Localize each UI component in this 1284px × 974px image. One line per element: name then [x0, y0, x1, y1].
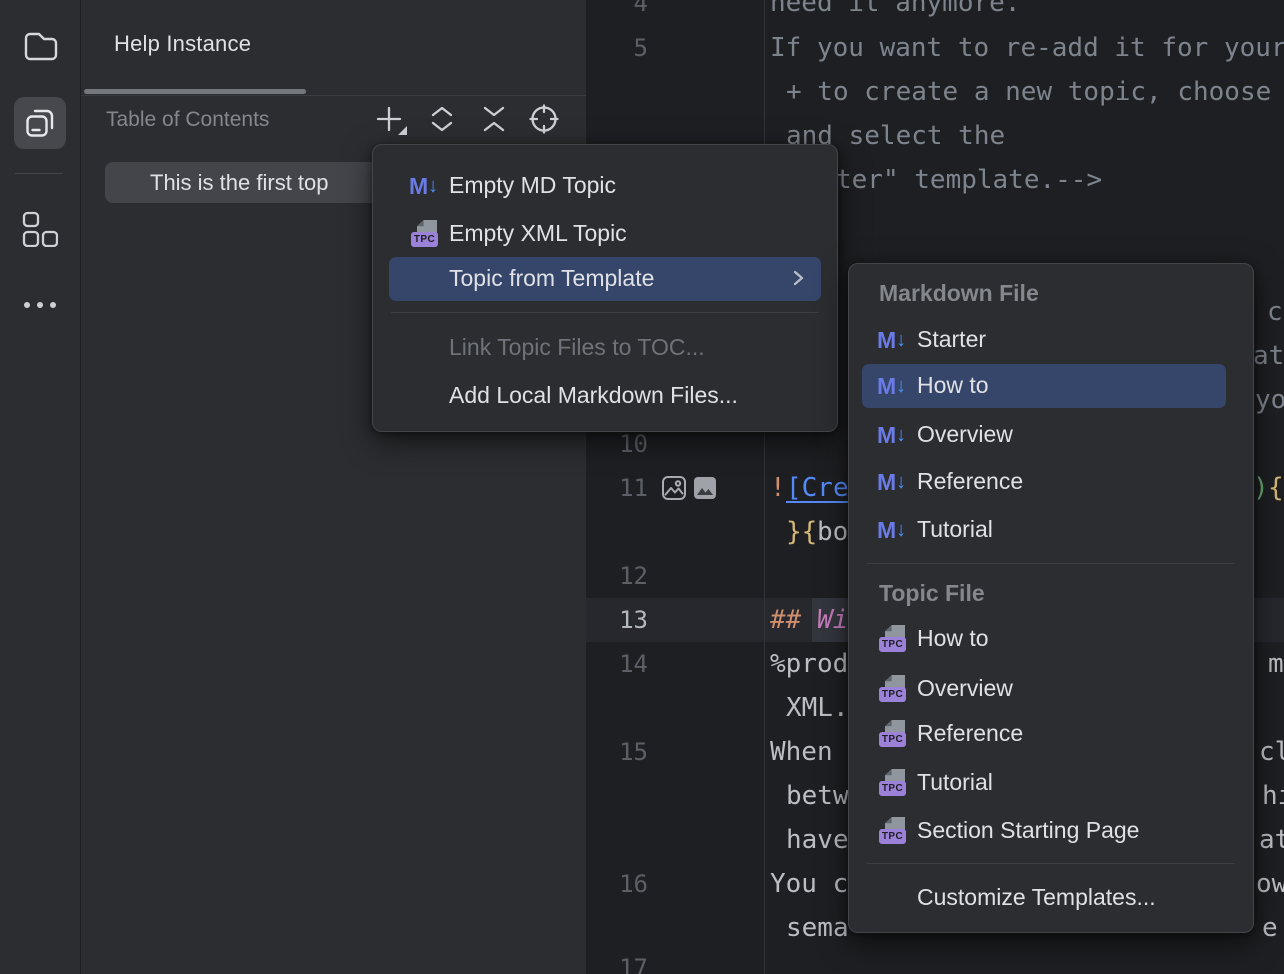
- submenu-item-section-starting-page[interactable]: TPC Section Starting Page: [849, 809, 1253, 853]
- menu-item-add-local-markdown[interactable]: Add Local Markdown Files...: [373, 374, 837, 418]
- submenu-item-reference-topic[interactable]: TPC Reference: [849, 712, 1253, 756]
- more-tool-windows-button[interactable]: [14, 279, 66, 331]
- submenu-item-starter[interactable]: M↓ Starter: [849, 318, 1253, 362]
- folder-icon: [22, 28, 58, 62]
- code-fragment: %prod: [770, 642, 848, 686]
- target-icon: [529, 104, 559, 134]
- locate-file-button[interactable]: [526, 101, 562, 137]
- submenu-item-how-to-md[interactable]: M↓ How to: [862, 364, 1226, 408]
- tool-window-title[interactable]: Help Instance: [114, 31, 251, 57]
- code-fragment: ter" template.-->: [836, 158, 1102, 202]
- code-fragment: at: [1259, 818, 1284, 862]
- submenu-header-markdown: Markdown File: [879, 272, 1039, 316]
- menu-separator: [867, 863, 1235, 864]
- image-outline-gutter-icon[interactable]: [661, 475, 687, 501]
- more-icon: [23, 300, 57, 310]
- topic-file-icon: TPC: [877, 674, 909, 704]
- structure-tool-button[interactable]: [14, 202, 66, 254]
- topic-file-icon: TPC: [877, 624, 909, 654]
- topic-file-icon: TPC: [877, 719, 909, 749]
- line-number: 17: [586, 946, 648, 974]
- ide-window: Help Instance Table of Contents: [0, 0, 1284, 974]
- submenu-item-tutorial-topic[interactable]: TPC Tutorial: [849, 761, 1253, 805]
- line-number: 13: [586, 598, 648, 642]
- code-fragment: bo: [817, 510, 848, 554]
- code-fragment: If you want to re-add it for your: [770, 26, 1284, 70]
- submenu-item-overview-topic[interactable]: TPC Overview: [849, 667, 1253, 711]
- line-number: 4: [586, 0, 648, 25]
- activity-bar: [0, 0, 81, 974]
- line-number: 16: [586, 862, 648, 906]
- menu-item-link-topic-files: Link Topic Files to TOC...: [373, 326, 837, 370]
- expand-all-icon: [428, 104, 456, 134]
- markdown-file-icon: M↓: [877, 467, 909, 497]
- code-fragment: You c: [770, 862, 848, 906]
- code-fragment: m: [1268, 642, 1284, 686]
- code-fragment: c: [1267, 290, 1283, 334]
- topic-template-submenu: Markdown File M↓ Starter M↓ How to M↓ Ov…: [848, 263, 1254, 933]
- collapse-all-button[interactable]: [476, 101, 512, 137]
- toc-section-title: Table of Contents: [106, 108, 269, 132]
- header-divider: [81, 95, 586, 96]
- toc-tree-item-label: This is the first top: [150, 170, 329, 196]
- code-fragment: When: [770, 730, 833, 774]
- code-fragment: have: [786, 818, 849, 862]
- line-number: 11: [586, 466, 648, 510]
- code-fragment: XML.: [786, 686, 849, 730]
- code-fragment: sema: [786, 906, 849, 950]
- markdown-file-icon: M↓: [409, 171, 441, 201]
- markdown-file-icon: M↓: [877, 371, 909, 401]
- project-tool-button[interactable]: [14, 19, 66, 71]
- menu-item-topic-from-template[interactable]: Topic from Template: [389, 257, 821, 301]
- topic-file-icon: TPC: [877, 816, 909, 846]
- menu-item-empty-xml-topic[interactable]: TPC Empty XML Topic: [373, 212, 837, 256]
- line-number: 5: [586, 26, 648, 70]
- structure-icon: [22, 210, 58, 247]
- topic-file-icon: TPC: [409, 219, 441, 249]
- code-fragment: e: [1262, 906, 1278, 950]
- submenu-item-customize-templates[interactable]: Customize Templates...: [849, 876, 1253, 920]
- code-fragment: ): [1253, 466, 1269, 510]
- code-fragment: }{: [786, 510, 817, 554]
- instances-icon: [25, 108, 55, 138]
- submenu-item-tutorial-md[interactable]: M↓ Tutorial: [849, 508, 1253, 552]
- submenu-chevron-icon: [792, 268, 805, 288]
- topic-file-icon: TPC: [877, 768, 909, 798]
- submenu-item-how-to-topic[interactable]: TPC How to: [849, 617, 1253, 661]
- markdown-file-icon: M↓: [877, 515, 909, 545]
- code-fragment: !: [770, 466, 786, 510]
- code-fragment: betw: [786, 774, 849, 818]
- expand-all-button[interactable]: [424, 101, 460, 137]
- code-fragment: hi: [1262, 774, 1284, 818]
- active-tab-underline: [84, 89, 306, 94]
- code-fragment: cl: [1259, 730, 1284, 774]
- markdown-file-icon: M↓: [877, 420, 909, 450]
- help-instances-tool-button[interactable]: [14, 97, 66, 149]
- add-topic-button[interactable]: [371, 101, 407, 137]
- code-fragment: yo: [1255, 378, 1284, 422]
- collapse-all-icon: [480, 104, 508, 134]
- code-fragment: [Cre: [786, 466, 849, 510]
- code-fragment: Wi: [817, 598, 848, 642]
- image-filled-gutter-icon[interactable]: [692, 475, 718, 501]
- menu-separator: [391, 312, 819, 313]
- code-fragment: {: [1268, 466, 1284, 510]
- add-topic-context-menu: M↓ Empty MD Topic TPC Empty XML Topic To…: [372, 144, 838, 432]
- code-fragment: need it anymore.: [770, 0, 1020, 25]
- plus-icon: [371, 102, 407, 136]
- code-fragment: ow: [1256, 862, 1284, 906]
- submenu-header-topic: Topic File: [879, 572, 985, 616]
- markdown-file-icon: M↓: [877, 325, 909, 355]
- submenu-item-overview-md[interactable]: M↓ Overview: [849, 413, 1253, 457]
- line-number: 15: [586, 730, 648, 774]
- line-number: 14: [586, 642, 648, 686]
- menu-separator: [867, 563, 1235, 564]
- activity-bar-divider: [15, 173, 63, 174]
- code-fragment: + to create a new topic, choose: [786, 70, 1271, 114]
- code-fragment: ##: [770, 598, 801, 642]
- line-number: 12: [586, 554, 648, 598]
- menu-item-empty-md-topic[interactable]: M↓ Empty MD Topic: [373, 164, 837, 208]
- submenu-item-reference-md[interactable]: M↓ Reference: [849, 460, 1253, 504]
- code-fragment: at: [1253, 334, 1284, 378]
